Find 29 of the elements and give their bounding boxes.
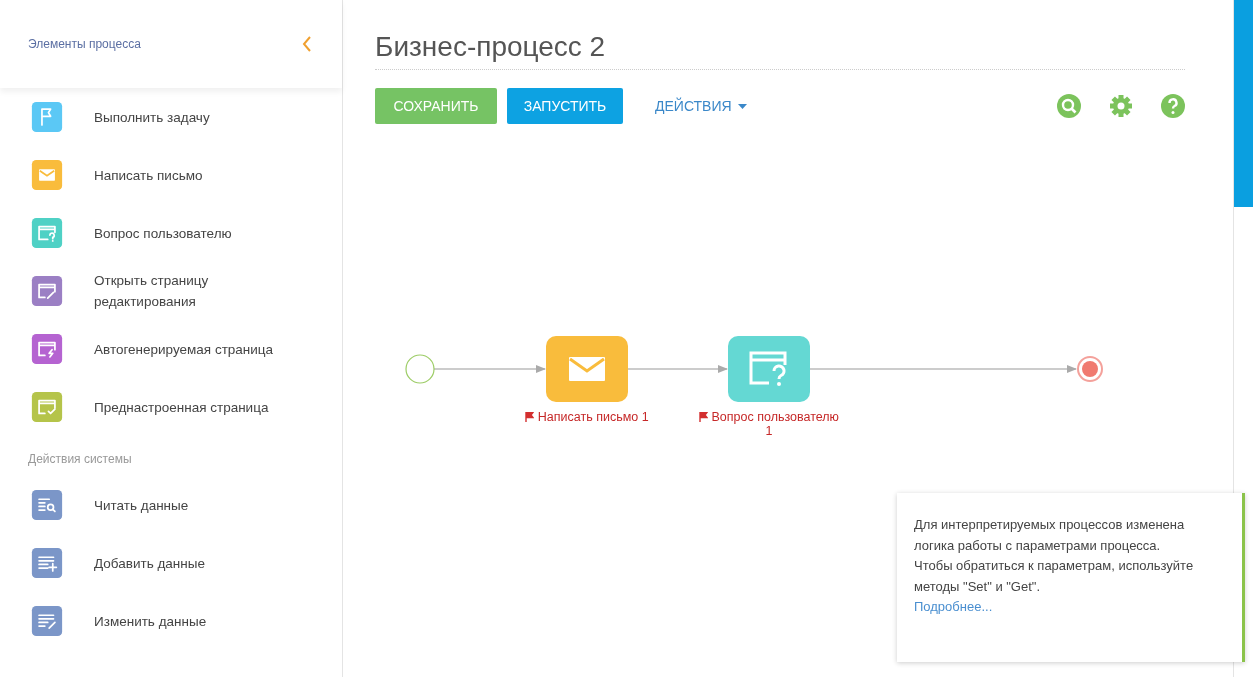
email-task[interactable]: [546, 336, 628, 402]
actions-menu[interactable]: ДЕЙСТВИЯ: [649, 94, 753, 118]
palette-item-label[interactable]: Преднастроенная страница: [94, 396, 274, 418]
search-icon[interactable]: [1057, 94, 1081, 118]
envelope-icon: [567, 354, 607, 384]
panel-title: Элементы процесса: [28, 36, 141, 53]
palette-item-label[interactable]: Выполнить задачу: [94, 106, 274, 128]
section-heading: Действия системы: [27, 451, 133, 468]
more-link[interactable]: Подробнее...: [914, 599, 993, 614]
help-icon[interactable]: [1161, 94, 1185, 118]
end-event[interactable]: [1077, 356, 1103, 382]
settings-icon[interactable]: [1109, 94, 1133, 118]
collapse-icon[interactable]: [302, 35, 312, 53]
page-title: Бизнес-процесс 2: [375, 0, 1185, 70]
task-label: Написать письмо 1: [537, 410, 649, 424]
question-task[interactable]: [728, 336, 810, 402]
palette-item-label[interactable]: Добавить данные: [94, 552, 274, 574]
palette-item-label[interactable]: Написать письмо: [94, 164, 274, 186]
palette-item-label[interactable]: Автогенерируемая страница: [94, 338, 274, 360]
start-event[interactable]: [405, 354, 435, 384]
flag-icon: [525, 410, 535, 424]
caret-icon: [737, 103, 747, 109]
palette-item-label[interactable]: Читать данные: [94, 494, 274, 516]
palette-item-label[interactable]: Изменить данные: [94, 610, 274, 632]
palette-item-label[interactable]: Открыть страницу редактирования: [94, 270, 274, 312]
task-label: Вопрос пользователю 1: [711, 410, 839, 438]
flag-icon: [699, 410, 709, 424]
palette-item-label[interactable]: Вопрос пользователю: [94, 222, 274, 244]
notification-text: Для интерпретируемых процессов изменена логика работы с параметрами процесса. Чтобы обратиться к параметрам, используйте методы "Set" и "Get".: [914, 516, 1195, 596]
